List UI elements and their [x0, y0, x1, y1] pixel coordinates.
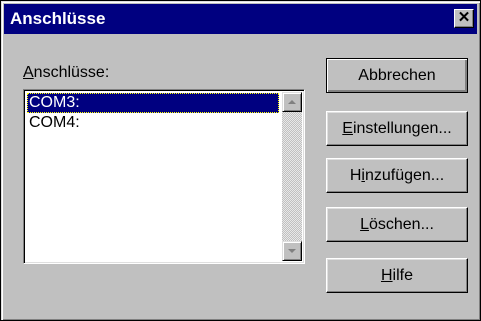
close-button[interactable]: ✕	[454, 9, 474, 28]
help-accel: H	[380, 267, 393, 284]
ports-list-label-text: nschlüsse:	[33, 64, 110, 81]
scroll-up-button[interactable]	[282, 92, 302, 112]
settings-accel: E	[342, 120, 353, 137]
delete-accel: L	[360, 216, 369, 233]
delete-button[interactable]: Löschen...	[326, 207, 468, 242]
ports-listbox[interactable]: COM3: COM4:	[23, 89, 305, 264]
ports-list-label: Anschlüsse:	[23, 64, 109, 82]
ports-list-items: COM3: COM4:	[27, 93, 279, 133]
ports-list-label-accel: A	[23, 64, 34, 81]
delete-label: öschen...	[368, 216, 434, 233]
list-item-com4[interactable]: COM4:	[27, 113, 279, 133]
help-label: ilfe	[392, 267, 413, 284]
connections-dialog: Anschlüsse ✕ Anschlüsse: COM3: COM4: Abb…	[0, 0, 481, 321]
close-icon: ✕	[457, 9, 471, 26]
help-button[interactable]: Hilfe	[326, 258, 468, 293]
list-item-com3[interactable]: COM3:	[27, 93, 279, 113]
window-title: Anschlüsse	[10, 9, 106, 28]
scroll-down-button[interactable]	[282, 241, 302, 261]
arrow-down-icon	[288, 249, 296, 253]
settings-button[interactable]: Einstellungen...	[326, 111, 468, 146]
add-label: nzufügen...	[364, 167, 445, 184]
title-bar[interactable]: Anschlüsse ✕	[4, 4, 477, 34]
settings-label: instellungen...	[352, 120, 452, 137]
add-button[interactable]: Hinzufügen...	[326, 158, 468, 193]
add-label-pre: H	[349, 167, 362, 184]
vertical-scrollbar[interactable]	[282, 92, 302, 261]
cancel-button-label: Abbrechen	[358, 67, 436, 84]
arrow-up-icon	[288, 100, 296, 104]
cancel-button[interactable]: Abbrechen	[326, 58, 468, 93]
